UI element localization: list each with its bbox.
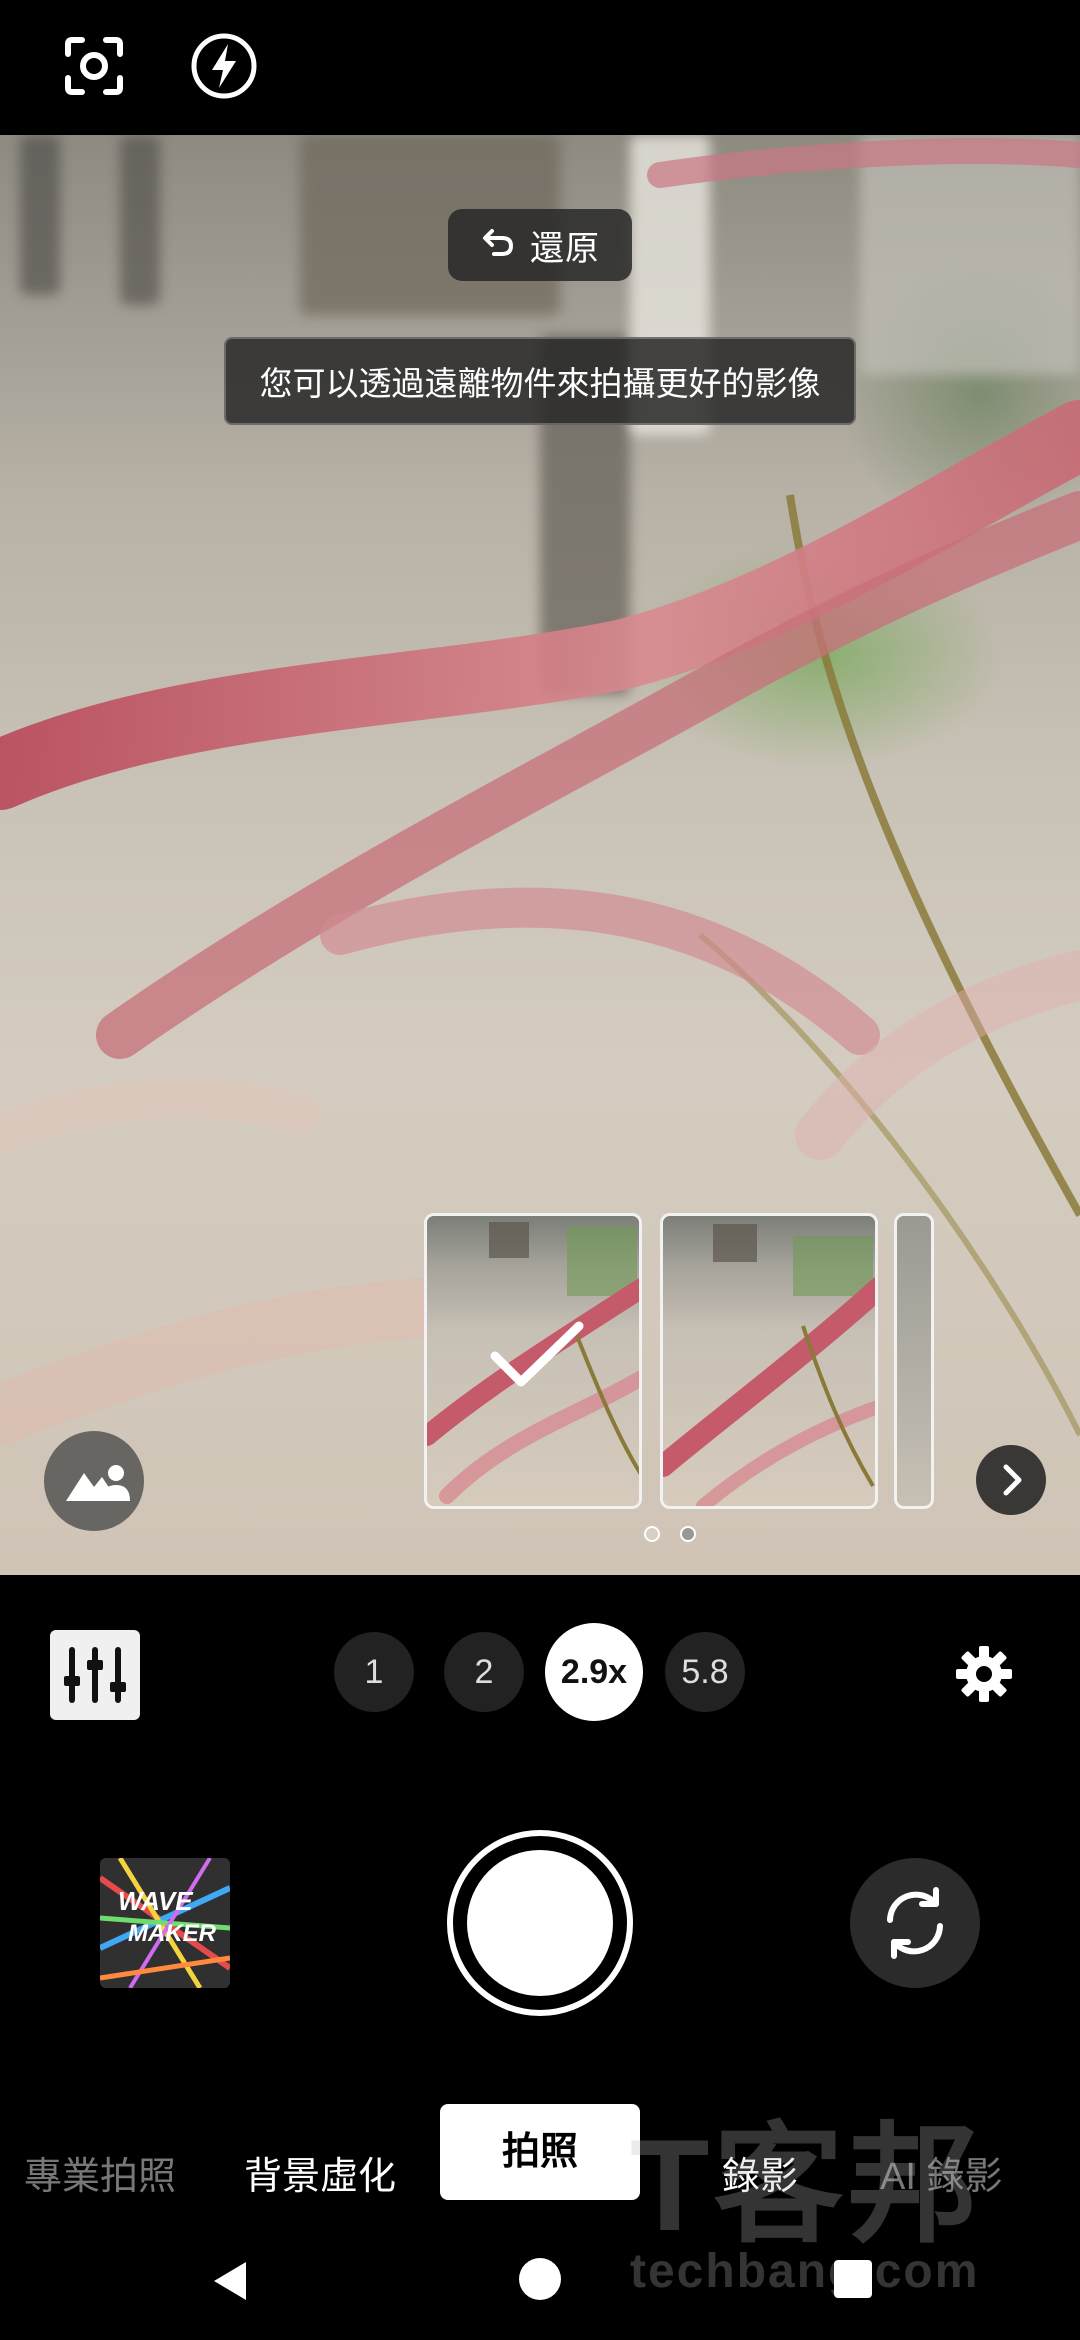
mode-pro-photo[interactable]: 專業拍照 — [10, 2140, 190, 2214]
zoom-2-9x-button[interactable]: 2.9x — [545, 1623, 643, 1721]
selected-check-icon — [487, 1316, 587, 1401]
restore-label: 還原 — [530, 229, 600, 268]
shutter-inner — [467, 1850, 613, 1996]
lens-scan-icon[interactable] — [58, 30, 130, 102]
scene-mode-button[interactable] — [44, 1431, 144, 1531]
recents-square-icon — [832, 2260, 874, 2304]
composition-suggestion-3[interactable] — [894, 1213, 934, 1509]
switch-camera-button[interactable] — [850, 1858, 980, 1988]
adjustments-button[interactable] — [50, 1630, 140, 1720]
page-indicator-dot-1 — [644, 1526, 660, 1542]
sliders-icon — [50, 1630, 140, 1725]
gallery-thumb-text-1: WAVE — [118, 1886, 193, 1916]
nav-back-button[interactable] — [206, 2256, 256, 2306]
undo-icon — [480, 223, 516, 268]
gallery-thumb-text-2: MAKER — [128, 1920, 216, 1947]
mode-photo[interactable]: 拍照 — [440, 2104, 640, 2200]
zoom-2x-button[interactable]: 2 — [444, 1632, 524, 1712]
restore-button[interactable]: 還原 — [448, 209, 632, 281]
gear-icon — [952, 1646, 1016, 1710]
gallery-thumbnail[interactable]: WAVE MAKER — [100, 1858, 230, 1988]
nav-recents-button[interactable] — [832, 2258, 874, 2300]
camera-switch-icon — [850, 1858, 980, 1993]
composition-suggestion-2[interactable] — [660, 1213, 878, 1509]
page-indicator-dot-2 — [680, 1526, 696, 1542]
next-suggestion-button[interactable] — [976, 1445, 1046, 1515]
distance-tip-text: 您可以透過遠離物件來拍攝更好的影像 — [259, 365, 821, 402]
composition-suggestion-1[interactable] — [424, 1213, 642, 1509]
nav-home-button[interactable] — [517, 2256, 563, 2302]
flash-auto-icon[interactable] — [188, 30, 260, 102]
home-circle-icon — [517, 2258, 563, 2306]
zoom-1x-button[interactable]: 1 — [334, 1632, 414, 1712]
watermark-main: T客邦 — [630, 2112, 982, 2258]
distance-tip: 您可以透過遠離物件來拍攝更好的影像 — [224, 337, 856, 425]
settings-button[interactable] — [952, 1642, 1016, 1706]
top-bar — [0, 0, 1080, 135]
camera-viewfinder[interactable]: 還原 您可以透過遠離物件來拍攝更好的影像 — [0, 135, 1080, 1575]
shutter-button[interactable] — [447, 1830, 633, 2016]
landscape-portrait-icon — [44, 1431, 144, 1536]
mode-bokeh[interactable]: 背景虛化 — [230, 2140, 410, 2214]
chevron-right-icon — [976, 1445, 1046, 1520]
zoom-5-8x-button[interactable]: 5.8 — [665, 1632, 745, 1712]
back-triangle-icon — [206, 2262, 256, 2310]
